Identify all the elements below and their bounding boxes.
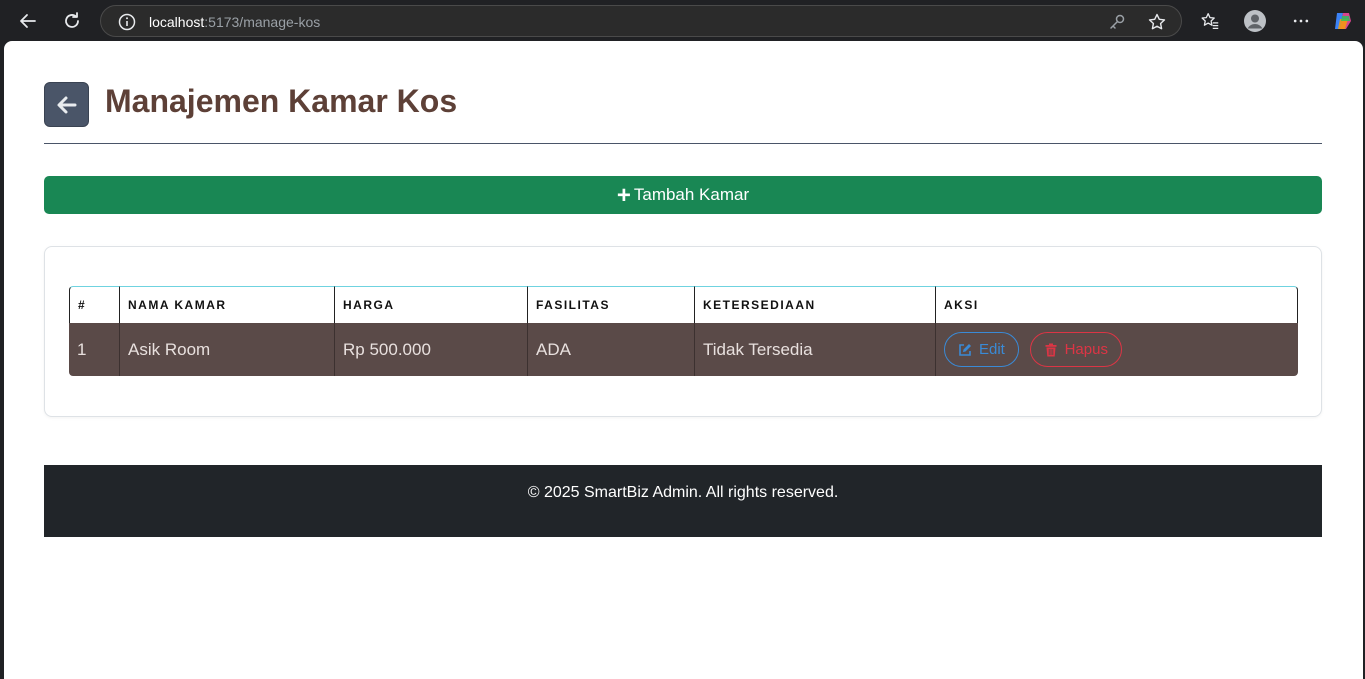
more-menu-icon[interactable] bbox=[1289, 9, 1313, 33]
edit-icon bbox=[959, 343, 971, 356]
copilot-icon[interactable] bbox=[1331, 9, 1355, 33]
edit-button[interactable]: Edit bbox=[944, 332, 1019, 367]
cell-ketersediaan: Tidak Tersedia bbox=[695, 323, 936, 376]
rooms-table: # NAMA KAMAR HARGA FASILITAS KETERSEDIAA… bbox=[69, 286, 1298, 376]
favorites-icon[interactable] bbox=[1198, 9, 1222, 33]
footer: © 2025 SmartBiz Admin. All rights reserv… bbox=[44, 465, 1322, 537]
reload-icon[interactable] bbox=[57, 6, 87, 36]
delete-button[interactable]: Hapus bbox=[1029, 332, 1122, 367]
cell-harga: Rp 500.000 bbox=[335, 323, 528, 376]
arrow-left-icon bbox=[57, 96, 76, 113]
trash-icon bbox=[1045, 343, 1057, 356]
column-header-harga: HARGA bbox=[335, 286, 528, 323]
table-header-row: # NAMA KAMAR HARGA FASILITAS KETERSEDIAA… bbox=[69, 286, 1298, 323]
bookmark-star-icon[interactable] bbox=[1147, 12, 1167, 32]
back-button[interactable] bbox=[44, 82, 89, 127]
cell-aksi: Edit Hapus bbox=[936, 323, 1298, 376]
page-title: Manajemen Kamar Kos bbox=[105, 83, 458, 119]
delete-label: Hapus bbox=[1064, 341, 1108, 358]
add-room-button[interactable]: + Tambah Kamar bbox=[44, 176, 1322, 214]
column-header-aksi: AKSI bbox=[936, 286, 1298, 323]
page-content: Manajemen Kamar Kos + Tambah Kamar # NAM… bbox=[4, 41, 1363, 679]
column-header-fasilitas: FASILITAS bbox=[528, 286, 695, 323]
back-arrow-icon[interactable] bbox=[13, 6, 43, 36]
add-room-label: Tambah Kamar bbox=[633, 185, 750, 204]
site-info-icon[interactable] bbox=[118, 13, 136, 31]
plus-icon: + bbox=[616, 182, 631, 209]
column-header-nama-kamar: NAMA KAMAR bbox=[120, 286, 335, 323]
password-key-icon[interactable] bbox=[1107, 12, 1127, 32]
address-bar[interactable]: localhost:5173/manage-kos bbox=[100, 5, 1182, 37]
url-text: localhost:5173/manage-kos bbox=[149, 14, 321, 30]
browser-toolbar: localhost:5173/manage-kos bbox=[0, 0, 1365, 41]
rooms-card: # NAMA KAMAR HARGA FASILITAS KETERSEDIAA… bbox=[44, 246, 1322, 417]
table-row: 1 Asik Room Rp 500.000 ADA Tidak Tersedi… bbox=[69, 323, 1298, 376]
column-header-ketersediaan: KETERSEDIAAN bbox=[695, 286, 936, 323]
page-header: Manajemen Kamar Kos bbox=[44, 82, 1322, 144]
profile-avatar-icon[interactable] bbox=[1243, 9, 1267, 33]
footer-text: © 2025 SmartBiz Admin. All rights reserv… bbox=[527, 484, 839, 501]
cell-fasilitas: ADA bbox=[528, 323, 695, 376]
cell-nama-kamar: Asik Room bbox=[120, 323, 335, 376]
edit-label: Edit bbox=[979, 341, 1005, 358]
column-header-number: # bbox=[69, 286, 120, 323]
cell-number: 1 bbox=[69, 323, 120, 376]
